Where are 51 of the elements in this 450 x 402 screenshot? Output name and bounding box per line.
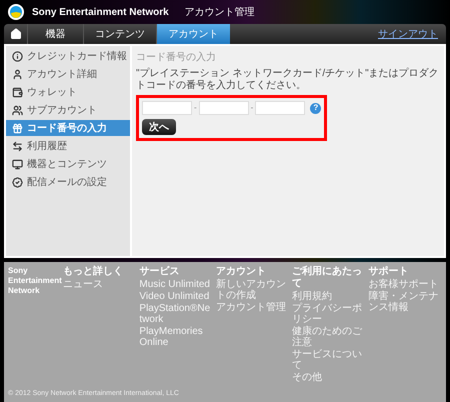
sidebar-item[interactable]: クレジットカード情報 — [6, 48, 130, 64]
footer-heading: サポート — [368, 266, 410, 278]
gift-icon — [12, 122, 23, 134]
code-input-field[interactable] — [255, 101, 306, 115]
home-icon — [10, 28, 22, 40]
users-icon — [12, 104, 23, 116]
section-title: アカウント管理 — [184, 6, 255, 20]
footer-link[interactable]: サービスについて — [292, 349, 366, 371]
sidebar-item[interactable]: ウォレット — [6, 84, 130, 100]
separator-text: - — [194, 102, 197, 114]
footer-link[interactable]: 利用規約 — [292, 291, 366, 302]
footer-link[interactable]: PlayStation®Network — [139, 303, 213, 325]
footer-brand: Sony Entertainment Network — [8, 266, 60, 297]
sidebar-item[interactable]: 利用履歴 — [6, 138, 130, 154]
nav-tab[interactable]: アカウント — [157, 24, 230, 44]
description-text: "プレイステーション ネットワークカード/チケット"またはプロダクトコードの番号を入力してください。 — [136, 68, 440, 92]
brand-name: Sony Entertainment Network — [32, 6, 169, 20]
sidebar-item[interactable]: 配信メールの設定 — [6, 174, 130, 190]
logo-icon — [8, 4, 24, 20]
footer-heading: サービス — [139, 266, 180, 278]
footer-link[interactable]: 障害・メンテナンス情報 — [368, 291, 442, 313]
sidebar-item[interactable]: サブアカウント — [6, 102, 130, 118]
footer-link[interactable]: Video Unlimited — [139, 291, 213, 302]
code-input-field[interactable] — [198, 101, 249, 115]
footer-heading: ご利用にあたって — [292, 266, 364, 290]
sidebar-item[interactable]: コード番号の入力 — [6, 120, 130, 136]
arrows-icon — [12, 140, 23, 152]
signout-link[interactable]: サインアウト — [378, 26, 438, 42]
info-icon — [12, 50, 23, 62]
footer-link[interactable]: 健康のためのご注意 — [292, 326, 366, 348]
footer-link[interactable]: PlayMemories Online — [139, 326, 213, 348]
badge-icon — [12, 176, 23, 188]
footer-link[interactable]: ニュース — [63, 279, 136, 290]
page-title: コード番号の入力 — [136, 50, 217, 65]
footer-heading: もっと詳しく — [63, 266, 124, 278]
sidebar-item[interactable]: アカウント詳細 — [6, 66, 130, 82]
separator-text: - — [250, 102, 254, 114]
user-icon — [12, 68, 23, 80]
footer-link[interactable]: 新しいアカウントの作成 — [216, 279, 290, 301]
wallet-icon — [12, 86, 23, 98]
footer-link[interactable]: プライバシーポリシー — [292, 303, 366, 325]
help-icon[interactable]: ? — [310, 102, 322, 114]
code-input-field[interactable] — [142, 101, 192, 115]
monitor-icon — [12, 158, 23, 170]
footer-link[interactable]: お客様サポート — [368, 279, 442, 290]
footer-link[interactable]: Music Unlimited — [139, 279, 213, 290]
sidebar-item[interactable]: 機器とコンテンツ — [6, 156, 130, 172]
footer-link[interactable]: その他 — [292, 372, 366, 383]
footer-link[interactable]: アカウント管理 — [216, 302, 290, 313]
footer-heading: アカウント — [216, 266, 267, 278]
next-button[interactable]: 次へ — [142, 119, 176, 135]
